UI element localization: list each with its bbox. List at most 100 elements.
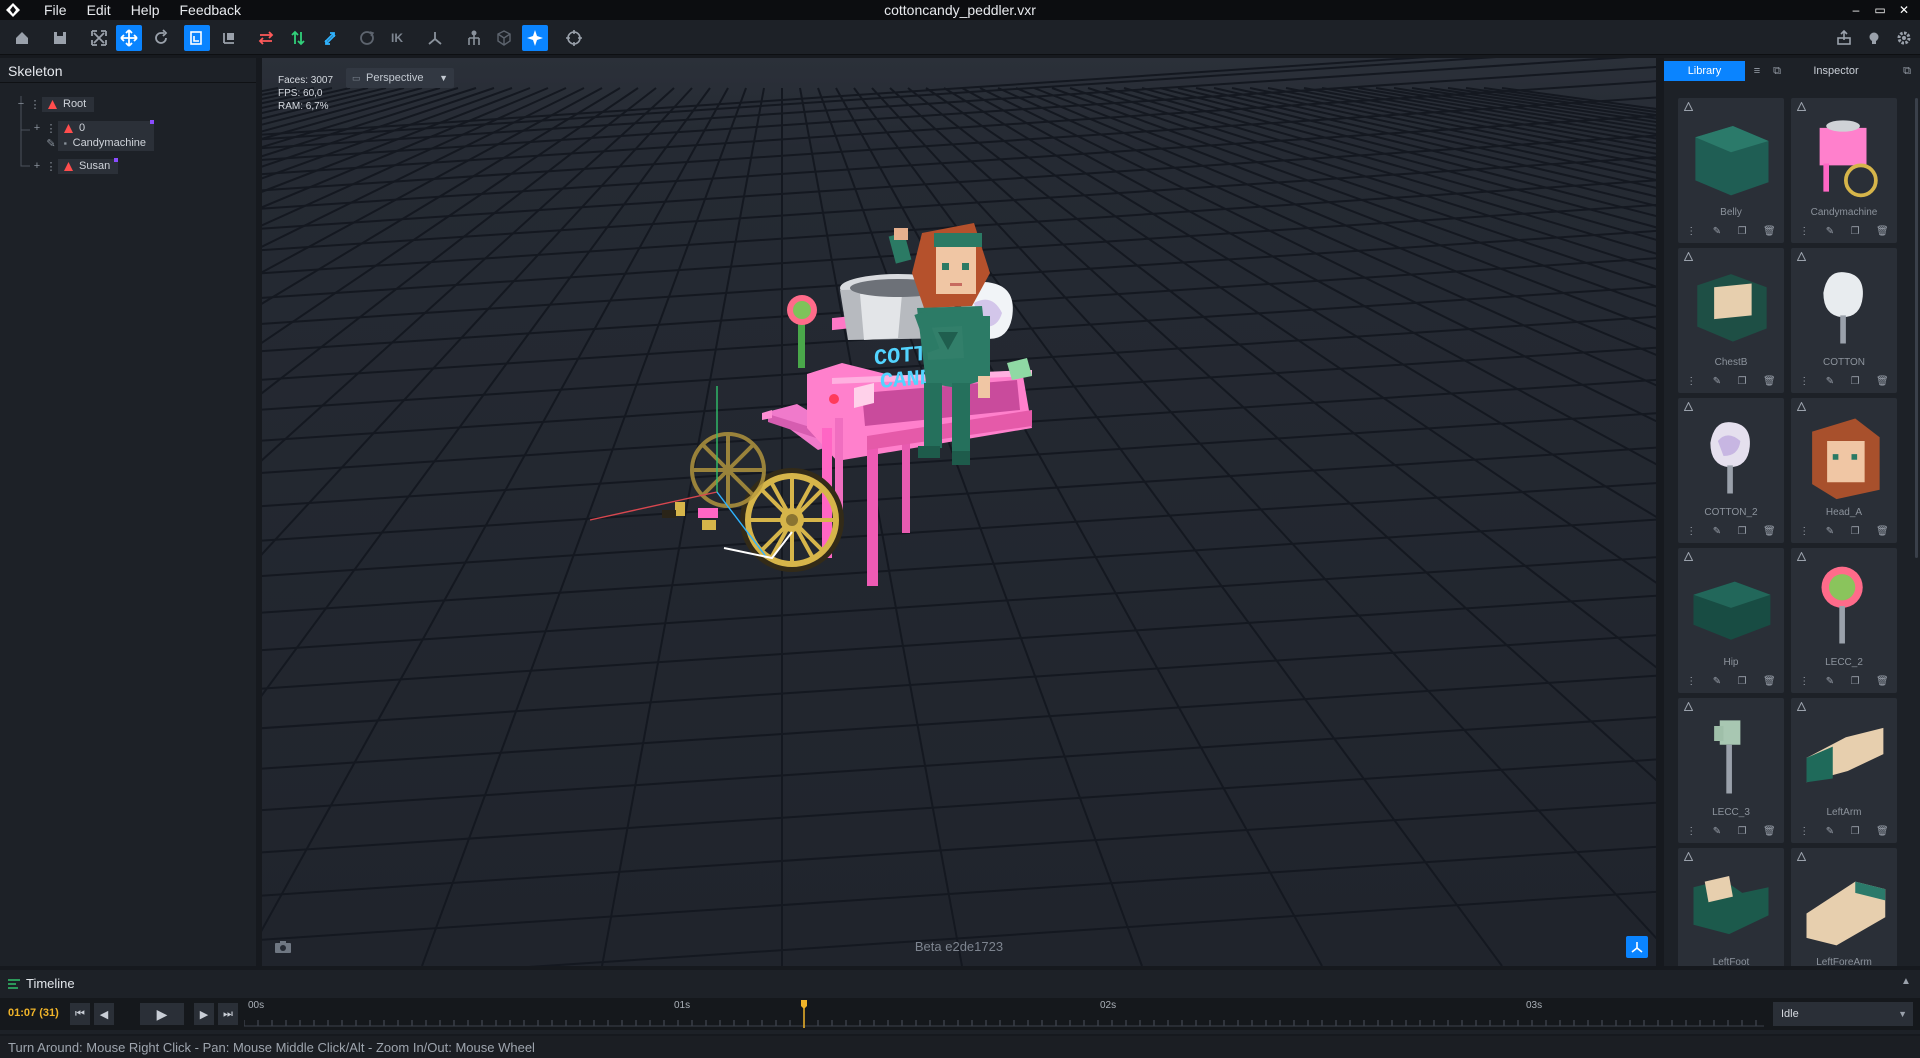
more-icon[interactable]: ⋮ <box>1686 676 1696 687</box>
delete-icon[interactable]: 🗑 <box>1763 226 1776 237</box>
detach-icon[interactable]: ⧉ <box>1900 64 1914 78</box>
delete-icon[interactable]: 🗑 <box>1763 526 1776 537</box>
edit-icon[interactable]: ✎ <box>1826 226 1834 237</box>
tree-node-0[interactable]: + ⋮ 0 <box>30 120 154 136</box>
hierarchy-button[interactable] <box>461 25 487 51</box>
menu-edit[interactable]: Edit <box>77 0 121 20</box>
library-item[interactable]: LECC_2 ⋮ ✎ ❐ 🗑 <box>1791 548 1897 693</box>
edit-icon[interactable]: ✎ <box>1713 526 1721 537</box>
more-icon[interactable]: ⋮ <box>1686 376 1696 387</box>
axis-orientation-button[interactable] <box>1626 936 1648 958</box>
delete-icon[interactable]: 🗑 <box>1763 376 1776 387</box>
collapse-icon[interactable]: − <box>14 98 28 110</box>
menu-file[interactable]: File <box>34 0 77 20</box>
delete-icon[interactable]: 🗑 <box>1876 226 1889 237</box>
drag-handle-icon[interactable]: ⋮ <box>28 98 42 111</box>
fit-view-button[interactable] <box>86 25 112 51</box>
library-item[interactable]: COTTON ⋮ ✎ ❐ 🗑 <box>1791 248 1897 393</box>
voxel-button[interactable] <box>491 25 517 51</box>
library-item[interactable]: Head_A ⋮ ✎ ❐ 🗑 <box>1791 398 1897 543</box>
camera-mode-select[interactable]: ▭ Perspective ▼ <box>346 68 454 88</box>
export-button[interactable] <box>1831 25 1857 51</box>
library-item[interactable]: Hip ⋮ ✎ ❐ 🗑 <box>1678 548 1784 693</box>
delete-icon[interactable]: 🗑 <box>1876 676 1889 687</box>
duplicate-icon[interactable]: ❐ <box>1738 826 1747 837</box>
duplicate-icon[interactable]: ❐ <box>1851 526 1860 537</box>
edit-icon[interactable]: ✎ <box>1713 826 1721 837</box>
close-button[interactable]: ✕ <box>1892 0 1916 20</box>
play-button[interactable]: ▶ <box>140 1003 184 1025</box>
global-space-button[interactable] <box>216 25 242 51</box>
more-icon[interactable]: ⋮ <box>1799 826 1809 837</box>
loop-button[interactable] <box>354 25 380 51</box>
more-icon[interactable]: ⋮ <box>1799 676 1809 687</box>
delete-icon[interactable]: 🗑 <box>1876 526 1889 537</box>
library-item[interactable]: Candymachine ⋮ ✎ ❐ 🗑 <box>1791 98 1897 243</box>
tree-node-susan[interactable]: + ⋮ Susan <box>30 158 119 174</box>
edit-icon[interactable]: ✎ <box>1826 826 1834 837</box>
step-back-button[interactable]: ◀ <box>94 1003 114 1025</box>
save-button[interactable] <box>47 25 73 51</box>
local-space-button[interactable] <box>184 25 210 51</box>
duplicate-icon[interactable]: ❐ <box>1738 676 1747 687</box>
detach-icon[interactable]: ⧉ <box>1770 64 1784 78</box>
skip-end-button[interactable]: ⏭ <box>218 1003 238 1025</box>
duplicate-icon[interactable]: ❐ <box>1738 226 1747 237</box>
library-item[interactable]: LECC_3 ⋮ ✎ ❐ 🗑 <box>1678 698 1784 843</box>
mirror-x-button[interactable] <box>253 25 279 51</box>
duplicate-icon[interactable]: ❐ <box>1851 676 1860 687</box>
ik-button[interactable]: IK <box>384 25 410 51</box>
lighting-button[interactable] <box>1861 25 1887 51</box>
skip-start-button[interactable]: ⏮ <box>70 1003 90 1025</box>
duplicate-icon[interactable]: ❐ <box>1851 826 1860 837</box>
target-button[interactable] <box>561 25 587 51</box>
menu-help[interactable]: Help <box>121 0 170 20</box>
menu-feedback[interactable]: Feedback <box>169 0 250 20</box>
more-icon[interactable]: ⋮ <box>1799 226 1809 237</box>
delete-icon[interactable]: 🗑 <box>1763 676 1776 687</box>
duplicate-icon[interactable]: ❐ <box>1851 226 1860 237</box>
edit-icon[interactable]: ✎ <box>1713 676 1721 687</box>
edit-icon[interactable]: ✎ <box>1826 376 1834 387</box>
duplicate-icon[interactable]: ❐ <box>1851 376 1860 387</box>
mirror-z-button[interactable] <box>317 25 343 51</box>
pivot-button[interactable] <box>422 25 448 51</box>
expand-icon[interactable]: + <box>30 122 44 134</box>
drag-handle-icon[interactable]: ⋮ <box>44 122 58 135</box>
home-button[interactable] <box>9 25 35 51</box>
playhead[interactable] <box>801 1000 807 1028</box>
sparkle-button[interactable] <box>522 25 548 51</box>
list-view-icon[interactable]: ≡ <box>1750 64 1764 78</box>
edit-icon[interactable]: ✎ <box>1826 676 1834 687</box>
edit-icon[interactable]: ✎ <box>1713 376 1721 387</box>
rotate-tool-button[interactable] <box>148 25 174 51</box>
delete-icon[interactable]: 🗑 <box>1876 376 1889 387</box>
move-tool-button[interactable] <box>116 25 142 51</box>
library-scrollbar[interactable] <box>1915 98 1918 558</box>
library-item[interactable]: LeftForeArm⋮✎❐🗑 <box>1791 848 1897 966</box>
more-icon[interactable]: ⋮ <box>1799 526 1809 537</box>
library-item[interactable]: COTTON_2 ⋮ ✎ ❐ 🗑 <box>1678 398 1784 543</box>
timeline-track[interactable]: 00s 01s 02s 03s <box>244 998 1764 1030</box>
library-item[interactable]: Belly ⋮ ✎ ❐ 🗑 <box>1678 98 1784 243</box>
edit-icon[interactable]: ✎ <box>1713 226 1721 237</box>
tab-library[interactable]: Library <box>1664 61 1745 81</box>
tab-inspector[interactable]: Inspector <box>1790 61 1882 81</box>
drag-handle-icon[interactable]: ⋮ <box>44 160 58 173</box>
duplicate-icon[interactable]: ❐ <box>1738 526 1747 537</box>
more-icon[interactable]: ⋮ <box>1686 826 1696 837</box>
maximize-button[interactable]: ▭ <box>1868 0 1892 20</box>
settings-button[interactable] <box>1891 25 1917 51</box>
3d-viewport[interactable]: COTTON CANDY Faces: 3007 FPS: 60,0 RAM: … <box>262 58 1656 966</box>
tree-node-candymachine[interactable]: ✎ Candymachine <box>44 135 154 151</box>
edit-icon[interactable]: ✎ <box>1826 526 1834 537</box>
step-forward-button[interactable]: ▶ <box>194 1003 214 1025</box>
duplicate-icon[interactable]: ❐ <box>1738 376 1747 387</box>
animation-select[interactable]: Idle ▼ <box>1773 1002 1913 1026</box>
delete-icon[interactable]: 🗑 <box>1876 826 1889 837</box>
more-icon[interactable]: ⋮ <box>1686 226 1696 237</box>
minimize-button[interactable]: – <box>1844 0 1868 20</box>
tree-node-root[interactable]: − ⋮ Root <box>14 96 95 112</box>
collapse-up-icon[interactable]: ▲ <box>1898 976 1914 990</box>
library-item[interactable]: LeftFoot⋮✎❐🗑 <box>1678 848 1784 966</box>
